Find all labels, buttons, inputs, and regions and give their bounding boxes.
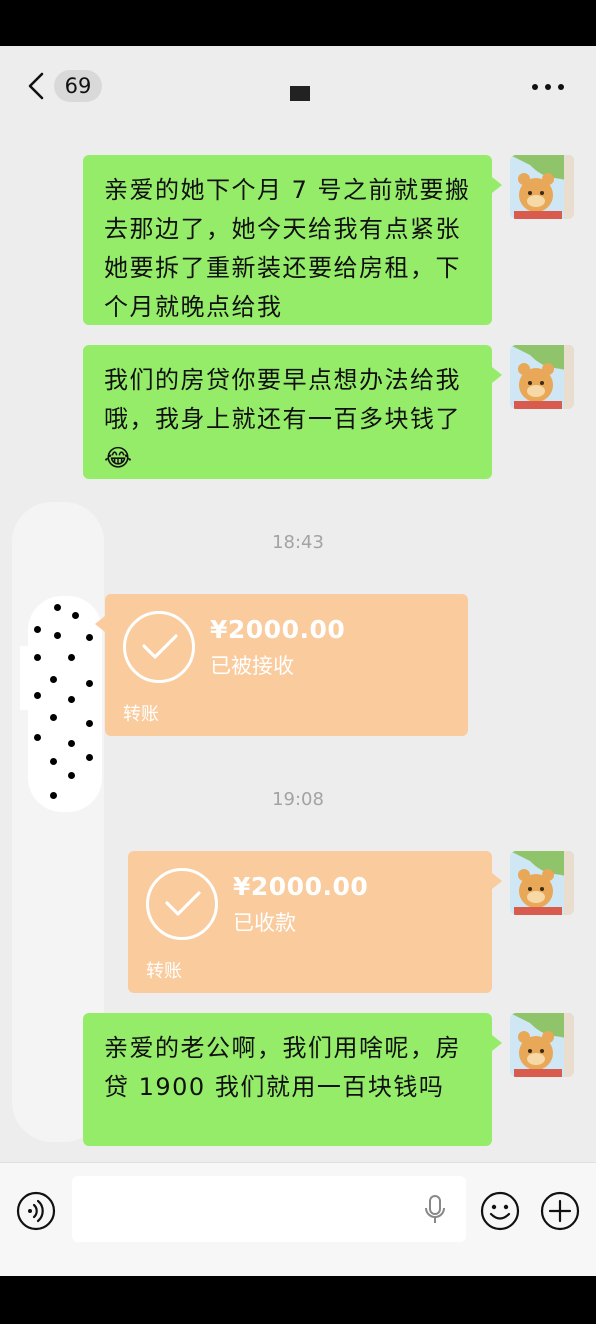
transfer-amount: ¥2000.00: [233, 872, 369, 901]
voice-mode-icon[interactable]: [16, 1191, 56, 1231]
chat-header: 69: [0, 46, 596, 124]
transfer-label: 转账: [123, 704, 159, 725]
avatar-image: [510, 851, 574, 915]
avatar-image: [510, 345, 574, 409]
emoji-icon[interactable]: [480, 1191, 520, 1231]
message-bubble[interactable]: 亲爱的老公啊，我们用啥呢，房贷 1900 我们就用一百块钱吗: [83, 1013, 502, 1146]
navigation-bar: [0, 1276, 596, 1324]
check-icon: [146, 868, 218, 940]
unread-count-badge[interactable]: 69: [54, 70, 102, 102]
message-input[interactable]: [72, 1176, 466, 1242]
screen: 69 亲爱的她下个月 7 号之前就要搬去那边了，她今天给我有点紧张她要拆了重新装…: [0, 0, 596, 1324]
my-avatar[interactable]: [510, 345, 574, 409]
message-bubble[interactable]: 我们的房贷你要早点想办法给我哦，我身上就还有一百多块钱了😂: [83, 345, 502, 479]
transfer-card[interactable]: ¥2000.00 已被接收 转账: [95, 594, 468, 736]
more-dots-icon[interactable]: [532, 84, 564, 92]
timestamp: 18:43: [272, 532, 324, 553]
transfer-card[interactable]: ¥2000.00 已收款 转账: [128, 851, 502, 993]
timestamp: 19:08: [272, 789, 324, 810]
microphone-icon[interactable]: [424, 1195, 446, 1225]
my-avatar[interactable]: [510, 851, 574, 915]
check-icon: [123, 611, 195, 683]
transfer-label: 转账: [146, 961, 182, 982]
transfer-status: 已被接收: [210, 654, 294, 678]
my-avatar[interactable]: [510, 1013, 574, 1077]
avatar-image: [510, 1013, 574, 1077]
input-bar: [0, 1162, 596, 1276]
chat-title-redacted: [290, 86, 310, 101]
my-avatar[interactable]: [510, 155, 574, 219]
redaction-blob: [28, 596, 102, 812]
plus-circle-icon[interactable]: [540, 1191, 580, 1231]
avatar-image: [510, 155, 574, 219]
transfer-status: 已收款: [233, 911, 296, 935]
chat-area[interactable]: 69 亲爱的她下个月 7 号之前就要搬去那边了，她今天给我有点紧张她要拆了重新装…: [0, 46, 596, 1162]
chevron-left-icon[interactable]: [22, 68, 54, 104]
transfer-amount: ¥2000.00: [210, 615, 346, 644]
message-bubble[interactable]: 亲爱的她下个月 7 号之前就要搬去那边了，她今天给我有点紧张她要拆了重新装还要给…: [83, 155, 502, 325]
